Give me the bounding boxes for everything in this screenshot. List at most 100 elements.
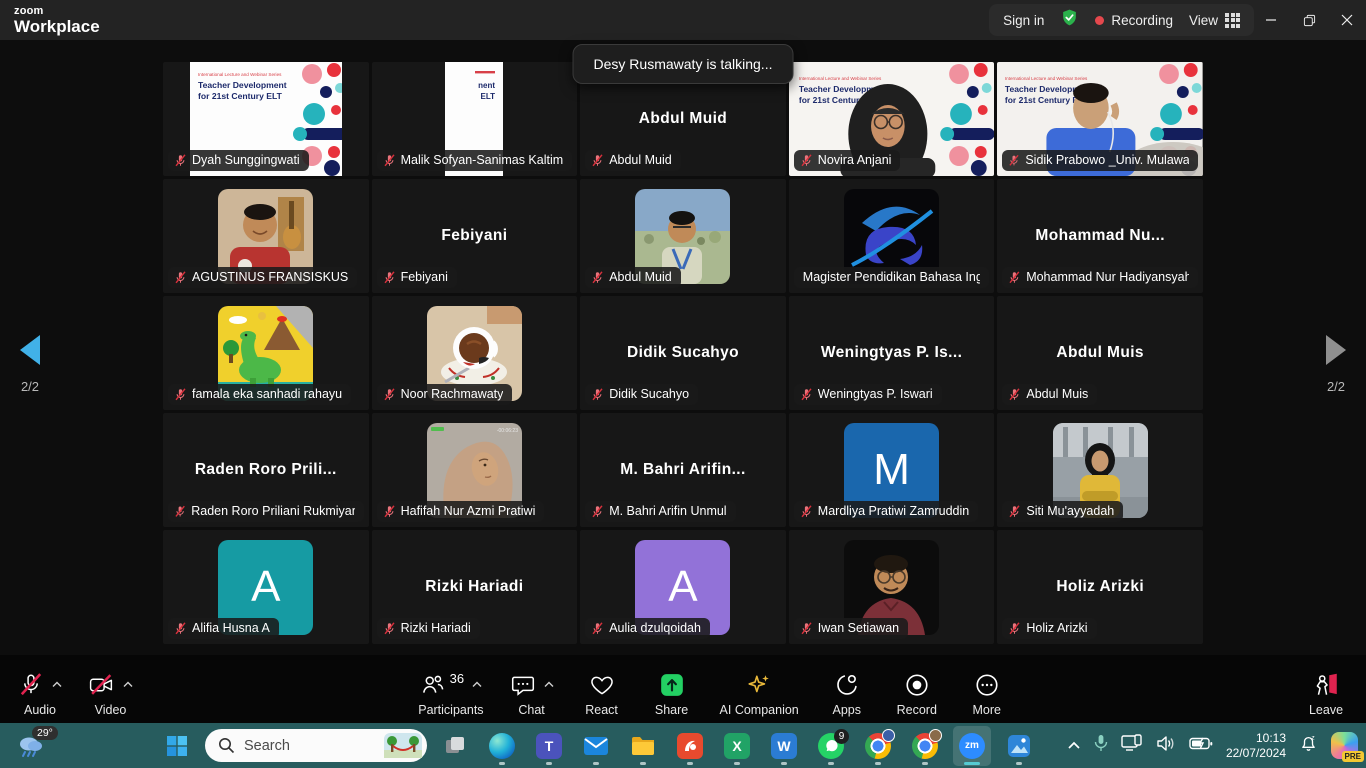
audio-options-caret[interactable] <box>52 681 62 688</box>
recording-label: Recording <box>1111 13 1173 28</box>
participant-tile[interactable]: M. Bahri Arifin... M. Bahri Arifin Unmul <box>580 413 786 527</box>
participant-tile[interactable]: Abdul Muid <box>580 179 786 293</box>
record-button[interactable]: Record <box>895 662 939 717</box>
participant-tile[interactable]: nent ELT Malik Sofyan-Sanimas Kaltim <box>372 62 578 176</box>
notification-bell-icon[interactable]: z <box>1299 734 1318 758</box>
minimize-button[interactable] <box>1252 0 1290 40</box>
edge-app[interactable] <box>483 726 521 766</box>
muted-mic-icon <box>800 154 813 167</box>
participant-tile[interactable]: Rizki Hariadi Rizki Hariadi <box>372 530 578 644</box>
photos-app[interactable] <box>1000 726 1038 766</box>
leave-button[interactable]: Leave <box>1304 662 1348 717</box>
audio-label: Audio <box>24 703 56 717</box>
close-button[interactable] <box>1328 0 1366 40</box>
muted-mic-icon <box>174 622 187 635</box>
participant-tile[interactable]: Abdul Muis Abdul Muis <box>997 296 1203 410</box>
participant-name: Aulia dzulqoidah <box>609 621 701 635</box>
participant-tile[interactable]: famala eka sanhadi rahayu <box>163 296 369 410</box>
participant-tile[interactable]: Febiyani Febiyani <box>372 179 578 293</box>
weather-widget[interactable]: 29° <box>16 733 46 759</box>
audio-button[interactable]: Audio <box>18 662 62 717</box>
search-box[interactable]: Search <box>205 729 427 762</box>
windows-taskbar: 29° Search T <box>0 723 1366 768</box>
video-button[interactable]: Video <box>88 662 133 717</box>
gallery-next-page[interactable]: 2/2 <box>1314 335 1358 394</box>
tray-clock[interactable]: 10:13 22/07/2024 <box>1226 731 1286 761</box>
teams-app[interactable]: T <box>530 726 568 766</box>
participant-tile[interactable]: Weningtyas P. Is... Weningtyas P. Iswari <box>789 296 995 410</box>
chrome-profile2-app[interactable] <box>906 726 944 766</box>
tray-chevron-icon[interactable] <box>1067 737 1081 755</box>
excel-app[interactable]: X <box>718 726 756 766</box>
tray-mic-icon[interactable] <box>1094 734 1108 757</box>
active-speaker-toast: Desy Rusmawaty is talking... <box>573 44 794 84</box>
participant-name: Malik Sofyan-Sanimas Kaltim <box>401 153 564 167</box>
participant-tile[interactable]: International Lecture and Webinar Series… <box>789 62 995 176</box>
participant-tile[interactable]: -00:06:23 REC Hafifah Nur Azmi Pratiwi <box>372 413 578 527</box>
start-button[interactable] <box>158 726 196 766</box>
participant-tile[interactable]: International Lecture and Webinar Series… <box>163 62 369 176</box>
apps-icon <box>834 671 860 699</box>
ai-sparkle-icon <box>746 671 772 699</box>
participant-tile[interactable]: Magister Pendidikan Bahasa Ing... <box>789 179 995 293</box>
share-button[interactable]: Share <box>650 662 694 717</box>
participant-tile[interactable]: Raden Roro Prili... Raden Roro Priliani … <box>163 413 369 527</box>
chat-button[interactable]: Chat <box>510 662 554 717</box>
participant-name: Alifia Husna A <box>192 621 270 635</box>
participant-nameplate: Mardliya Pratiwi Zamruddin <box>794 501 978 522</box>
participant-tile[interactable]: Mohammad Nu... Mohammad Nur Hadiyansyah <box>997 179 1203 293</box>
more-button[interactable]: More <box>965 662 1009 717</box>
apps-button[interactable]: Apps <box>825 662 869 717</box>
word-icon: W <box>771 733 797 759</box>
participant-tile[interactable]: Iwan Setiawan <box>789 530 995 644</box>
mail-icon <box>583 733 609 759</box>
view-button[interactable]: View <box>1189 13 1240 28</box>
whatsapp-app[interactable]: 9 <box>812 726 850 766</box>
participants-caret[interactable] <box>472 681 482 688</box>
file-explorer-app[interactable] <box>624 726 662 766</box>
participant-tile[interactable]: International Lecture and Webinar Series… <box>997 62 1203 176</box>
video-options-caret[interactable] <box>123 681 133 688</box>
participant-tile[interactable]: Noor Rachmawaty <box>372 296 578 410</box>
ai-companion-button[interactable]: AI Companion <box>720 662 799 717</box>
tray-time: 10:13 <box>1226 731 1286 746</box>
pdf-editor-app[interactable] <box>671 726 709 766</box>
system-tray: 10:13 22/07/2024 z PRE <box>1067 723 1358 768</box>
avatar-initial: A <box>668 562 697 612</box>
mail-app[interactable] <box>577 726 615 766</box>
zoom-app[interactable]: zm <box>953 726 991 766</box>
participant-tile[interactable]: A Alifia Husna A <box>163 530 369 644</box>
participant-tile[interactable]: AGUSTINUS FRANSISKUS <box>163 179 369 293</box>
participant-tile[interactable]: M Mardliya Pratiwi Zamruddin <box>789 413 995 527</box>
participant-nameplate: Aulia dzulqoidah <box>585 618 710 639</box>
participant-display-name: Mohammad Nu... <box>1029 227 1171 245</box>
chat-caret[interactable] <box>544 681 554 688</box>
security-shield-icon[interactable] <box>1060 8 1079 32</box>
page-indicator-right: 2/2 <box>1314 379 1358 394</box>
meeting-stage: Desy Rusmawaty is talking... 2/2 2/2 Int… <box>0 40 1366 655</box>
chrome-app[interactable] <box>859 726 897 766</box>
participant-display-name: Abdul Muid <box>633 110 733 128</box>
participant-nameplate: Abdul Muid <box>585 150 681 171</box>
sign-in-button[interactable]: Sign in <box>1003 13 1044 28</box>
word-app[interactable]: W <box>765 726 803 766</box>
whatsapp-icon: 9 <box>818 733 844 759</box>
participant-tile[interactable]: Didik Sucahyo Didik Sucahyo <box>580 296 786 410</box>
copilot-icon[interactable]: PRE <box>1331 732 1358 759</box>
view-label: View <box>1189 13 1218 28</box>
participant-nameplate: Malik Sofyan-Sanimas Kaltim <box>377 150 573 171</box>
gallery-prev-page[interactable]: 2/2 <box>8 335 52 394</box>
react-button[interactable]: React <box>580 662 624 717</box>
heart-icon <box>589 671 615 699</box>
tray-battery-icon[interactable] <box>1189 736 1213 756</box>
participant-tile[interactable]: Siti Mu'ayyadah <box>997 413 1203 527</box>
tray-cast-icon[interactable] <box>1121 734 1143 757</box>
task-view-button[interactable] <box>436 726 474 766</box>
participant-tile[interactable]: A Aulia dzulqoidah <box>580 530 786 644</box>
participant-tile[interactable]: Holiz Arizki Holiz Arizki <box>997 530 1203 644</box>
restore-button[interactable] <box>1290 0 1328 40</box>
tray-volume-icon[interactable] <box>1156 735 1176 757</box>
participants-icon: 36 <box>420 671 464 699</box>
participant-nameplate: Weningtyas P. Iswari <box>794 384 942 405</box>
participants-button[interactable]: 36 Participants <box>418 662 483 717</box>
